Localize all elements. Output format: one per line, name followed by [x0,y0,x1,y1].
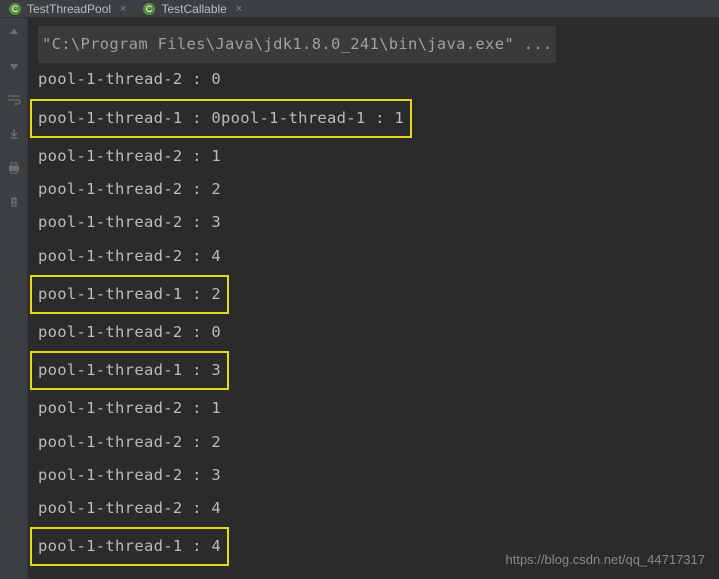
tab-testcallable[interactable]: C TestCallable × [134,0,250,17]
tab-bar: C TestThreadPool × C TestCallable × [0,0,719,18]
tab-label: TestCallable [161,2,226,16]
console-line: pool-1-thread-2 : 0 [38,316,221,349]
gutter [0,18,28,579]
svg-text:C: C [146,4,153,14]
console-line: pool-1-thread-1 : 0 [38,103,221,134]
highlight-box: pool-1-thread-1 : 3 [30,351,229,390]
console-line: pool-1-thread-1 : 2 [38,279,221,310]
console-line: pool-1-thread-2 : 2 [38,426,221,459]
arrow-up-icon[interactable] [6,24,22,40]
svg-text:C: C [12,4,19,14]
console-line: pool-1-thread-2 : 2 [38,173,221,206]
console-line: pool-1-thread-2 : 1 [38,392,221,425]
class-icon: C [8,2,22,16]
tab-testthreadpool[interactable]: C TestThreadPool × [0,0,134,17]
content-area: "C:\Program Files\Java\jdk1.8.0_241\bin\… [0,18,719,579]
close-icon[interactable]: × [120,3,126,15]
print-icon[interactable] [6,160,22,176]
console-line: pool-1-thread-1 : 4 [38,531,221,562]
class-icon: C [142,2,156,16]
console-line: pool-1-thread-1 : 3 [38,355,221,386]
download-icon[interactable] [6,126,22,142]
console-line: pool-1-thread-2 : 4 [38,492,221,525]
watermark: https://blog.csdn.net/qq_44717317 [506,552,706,567]
trash-icon[interactable] [6,194,22,210]
close-icon[interactable]: × [236,3,242,15]
console-line: pool-1-thread-2 : 3 [38,206,221,239]
arrow-down-icon[interactable] [6,58,22,74]
console-line: pool-1-thread-2 : 4 [38,240,221,273]
wrap-icon[interactable] [6,92,22,108]
command-line: "C:\Program Files\Java\jdk1.8.0_241\bin\… [38,26,556,63]
highlight-box: pool-1-thread-1 : 0pool-1-thread-1 : 1 [30,99,412,138]
console-line: pool-1-thread-1 : 1 [221,103,404,134]
console-line: pool-1-thread-2 : 0 [38,63,221,96]
console-line: pool-1-thread-2 : 1 [38,140,221,173]
highlight-box: pool-1-thread-1 : 4 [30,527,229,566]
tab-label: TestThreadPool [27,2,111,16]
console-line: pool-1-thread-2 : 3 [38,459,221,492]
console-output[interactable]: "C:\Program Files\Java\jdk1.8.0_241\bin\… [28,18,719,579]
highlight-box: pool-1-thread-1 : 2 [30,275,229,314]
